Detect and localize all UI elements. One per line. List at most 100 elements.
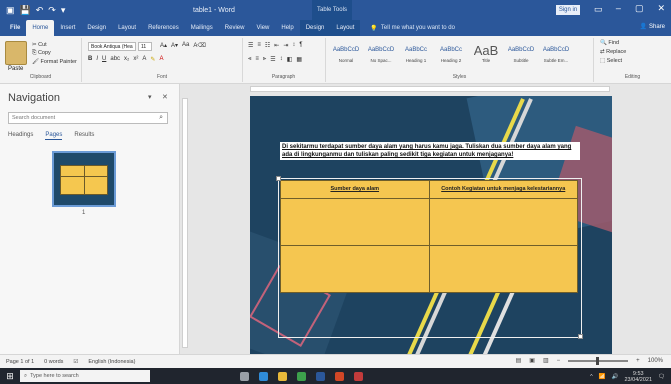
tab-file[interactable]: File — [4, 20, 27, 36]
table-cell[interactable] — [280, 245, 430, 293]
copy-button[interactable]: ⎘ Copy — [32, 50, 77, 57]
word-taskbar-icon[interactable] — [316, 371, 325, 381]
text-effects-icon[interactable]: A — [142, 56, 146, 63]
table-header-cell[interactable]: Contoh Kegiatan untuk menjaga kelestaria… — [428, 180, 578, 199]
tab-table-design[interactable]: Design — [299, 20, 331, 36]
multilevel-list-icon[interactable]: ☷ — [265, 42, 270, 49]
activity-table[interactable]: Sumber daya alam Contoh Kegiatan untuk m… — [280, 180, 578, 293]
strikethrough-icon[interactable]: abc — [110, 56, 120, 63]
volume-icon[interactable]: 🔊 — [612, 374, 619, 380]
document-page[interactable]: Di sekitarmu terdapat sumber daya alam y… — [250, 96, 612, 354]
align-right-icon[interactable]: ⫸ — [263, 56, 266, 63]
ribbon-display-options-icon[interactable]: ▭ — [594, 4, 603, 15]
decrease-indent-icon[interactable]: ⇤ — [274, 42, 279, 49]
nav-tab-pages[interactable]: Pages — [45, 132, 63, 140]
undo-icon[interactable]: ↶ — [36, 5, 44, 15]
app-icon[interactable] — [354, 371, 363, 381]
tab-design[interactable]: Design — [81, 20, 112, 36]
language-indicator[interactable]: English (Indonesia) — [88, 359, 135, 365]
highlight-icon[interactable]: ✎ — [150, 56, 155, 63]
bullets-icon[interactable]: ☰ — [248, 42, 253, 49]
subscript-icon[interactable]: x₂ — [124, 56, 129, 63]
web-layout-icon[interactable]: ▥ — [543, 357, 549, 364]
cut-button[interactable]: ✂ Cut — [32, 42, 77, 48]
word-icon[interactable]: ▣ — [6, 5, 15, 15]
tab-layout[interactable]: Layout — [112, 20, 142, 36]
notifications-icon[interactable]: 🗨 — [658, 374, 665, 380]
tab-insert[interactable]: Insert — [54, 20, 81, 36]
powerpoint-taskbar-icon[interactable] — [335, 371, 344, 381]
edge-icon[interactable] — [259, 371, 268, 381]
grow-font-icon[interactable]: A▴ — [160, 42, 167, 49]
tab-view[interactable]: View — [250, 20, 275, 36]
windows-start-icon[interactable]: ⊞ — [0, 371, 20, 382]
instruction-text[interactable]: Di sekitarmu terdapat sumber daya alam y… — [280, 142, 580, 160]
save-icon[interactable]: 💾 — [20, 5, 31, 15]
zoom-level[interactable]: 100% — [648, 358, 663, 364]
increase-indent-icon[interactable]: ⇥ — [283, 42, 288, 49]
align-left-icon[interactable]: ⫷ — [248, 56, 251, 63]
page-thumbnail[interactable] — [52, 151, 116, 207]
sign-in-button[interactable]: Sign in — [556, 5, 580, 15]
tab-help[interactable]: Help — [275, 20, 299, 36]
close-icon[interactable]: ✕ — [657, 3, 665, 14]
nav-tab-headings[interactable]: Headings — [8, 132, 33, 140]
taskbar-search[interactable]: ⌕ Type here to search — [20, 370, 150, 382]
task-view-icon[interactable] — [240, 371, 249, 381]
redo-icon[interactable]: ↷ — [48, 5, 56, 15]
read-mode-icon[interactable]: ▤ — [516, 357, 522, 364]
nav-options-icon[interactable]: ▾ — [148, 93, 152, 101]
style-normal[interactable]: AaBbCcD Normal — [330, 42, 362, 70]
page-count[interactable]: Page 1 of 1 — [6, 359, 34, 365]
style-subtitle[interactable]: AaBbCcD Subtitle — [505, 42, 537, 70]
navigation-search-input[interactable]: Search document ⌕ — [8, 112, 168, 124]
proofing-icon[interactable]: ☑ — [73, 359, 78, 365]
borders-icon[interactable]: ▦ — [296, 56, 302, 63]
font-name-select[interactable]: Book Antiqua (Hea — [88, 42, 136, 51]
style-title[interactable]: AaB Title — [470, 42, 502, 70]
chrome-icon[interactable] — [297, 371, 306, 381]
tab-review[interactable]: Review — [219, 20, 251, 36]
style-subtle-emphasis[interactable]: AaBbCcD Subtle Em... — [540, 42, 572, 70]
bold-button[interactable]: B — [88, 56, 92, 63]
word-count[interactable]: 0 words — [44, 359, 63, 365]
table-header-cell[interactable]: Sumber daya alam — [280, 180, 430, 199]
tab-mailings[interactable]: Mailings — [185, 20, 219, 36]
superscript-icon[interactable]: x² — [133, 56, 138, 63]
network-icon[interactable]: 📶 — [599, 374, 606, 380]
underline-button[interactable]: U — [102, 56, 106, 63]
justify-icon[interactable]: ☰ — [270, 56, 275, 63]
tray-chevron-icon[interactable]: ^ — [590, 374, 593, 380]
horizontal-ruler[interactable] — [180, 84, 671, 94]
style-heading-2[interactable]: AaBbCc Heading 2 — [435, 42, 467, 70]
customize-qat-icon[interactable]: ▾ — [61, 5, 66, 15]
minimize-icon[interactable]: – — [616, 3, 621, 14]
resize-handle[interactable] — [578, 334, 583, 339]
line-spacing-icon[interactable]: ↕ — [280, 56, 283, 63]
font-size-select[interactable]: 11 — [138, 42, 152, 51]
format-painter-button[interactable]: 🖌 Format Painter — [32, 59, 77, 65]
table-cell[interactable] — [428, 198, 578, 246]
change-case-icon[interactable]: Aa — [182, 42, 189, 49]
italic-button[interactable]: I — [96, 56, 98, 63]
vertical-ruler[interactable] — [180, 94, 190, 354]
tab-table-layout[interactable]: Layout — [330, 20, 361, 36]
tab-references[interactable]: References — [142, 20, 185, 36]
table-cell[interactable] — [428, 245, 578, 293]
zoom-slider[interactable] — [568, 356, 629, 365]
shading-icon[interactable]: ◧ — [287, 56, 293, 63]
paste-icon[interactable] — [5, 41, 27, 65]
clock[interactable]: 9:53 23/04/2021 — [624, 371, 652, 383]
numbering-icon[interactable]: ≡ — [257, 42, 261, 49]
maximize-icon[interactable]: ▢ — [635, 3, 644, 14]
share-button[interactable]: 👤 Share — [640, 23, 665, 30]
style-no-spacing[interactable]: AaBbCcD No Spac... — [365, 42, 397, 70]
nav-close-icon[interactable]: ✕ — [162, 93, 168, 101]
resize-handle[interactable] — [276, 176, 281, 181]
search-icon[interactable]: ⌕ — [159, 114, 163, 122]
table-cell[interactable] — [280, 198, 430, 246]
tell-me-box[interactable]: 💡 Tell me what you want to do — [370, 20, 455, 36]
print-layout-icon[interactable]: ▣ — [529, 357, 535, 364]
zoom-in-icon[interactable]: + — [636, 358, 640, 364]
font-color-icon[interactable]: A — [159, 56, 163, 63]
